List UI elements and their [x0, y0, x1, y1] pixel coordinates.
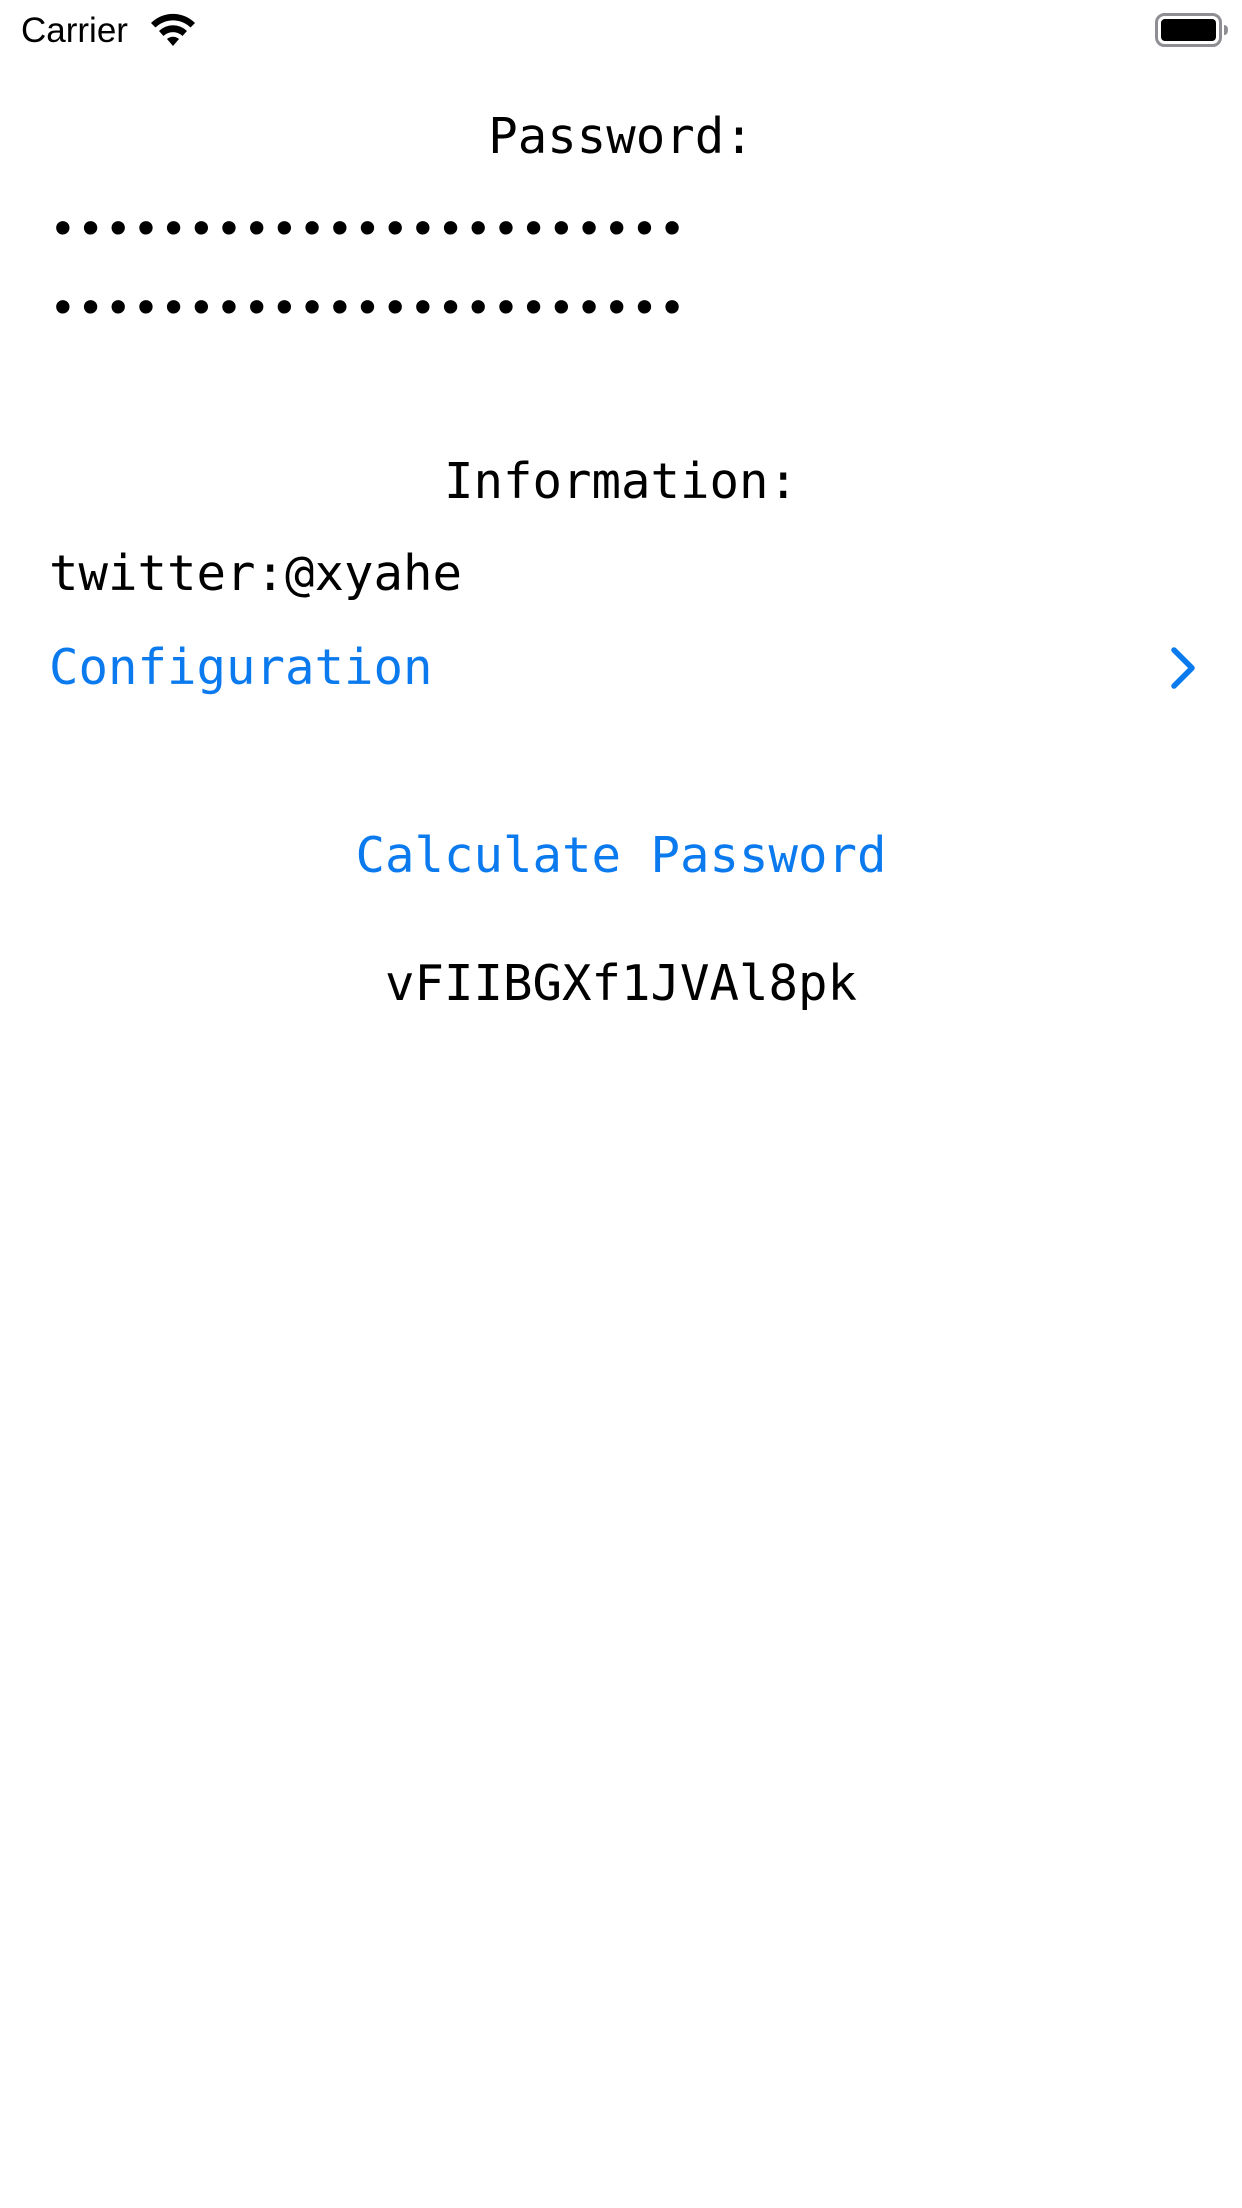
chevron-right-icon: [1171, 647, 1195, 689]
password-field-2[interactable]: •••••••••••••••••••••••: [49, 271, 1199, 345]
configuration-row[interactable]: Configuration: [0, 632, 1242, 704]
information-title: Information:: [443, 453, 798, 510]
password-title: Password:: [488, 108, 754, 165]
battery-icon: [1155, 13, 1228, 47]
information-field[interactable]: twitter:@xyahe: [49, 544, 462, 604]
calculate-password-button[interactable]: Calculate Password: [0, 826, 1242, 886]
password-field-1[interactable]: •••••••••••••••••••••••: [49, 192, 1199, 266]
result-password: vFIIBGXf1JVAl8pk: [384, 955, 857, 1012]
wifi-icon: [151, 13, 195, 46]
status-bar: Carrier: [0, 0, 1242, 62]
configuration-label: Configuration: [49, 639, 433, 696]
carrier-label: Carrier: [21, 11, 128, 50]
